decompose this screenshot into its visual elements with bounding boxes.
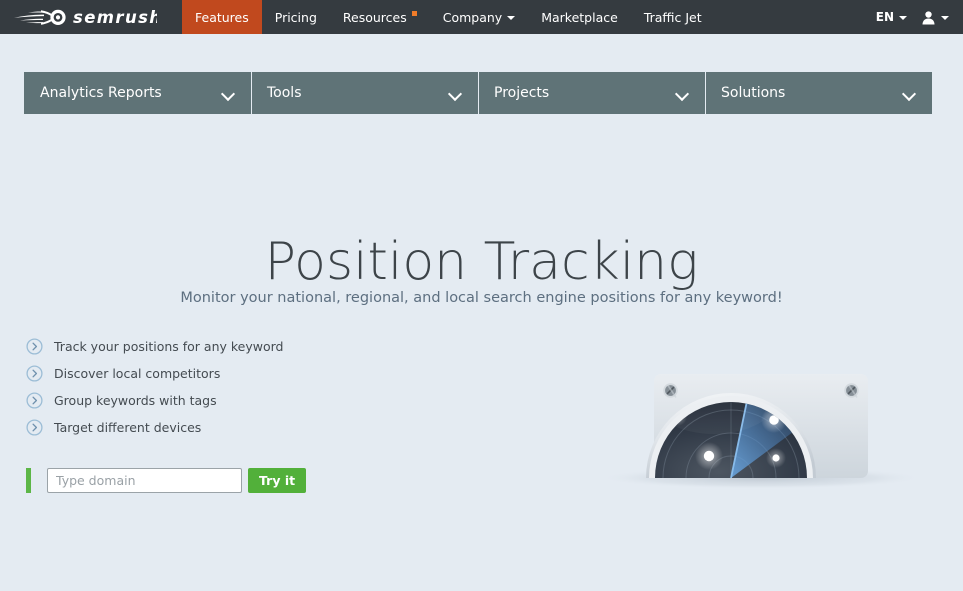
caret-down-icon bbox=[941, 16, 949, 20]
list-item-label: Target different devices bbox=[54, 419, 202, 435]
subnav-item-tools[interactable]: Tools bbox=[251, 72, 478, 114]
subnav-item-solutions[interactable]: Solutions bbox=[705, 72, 932, 114]
circle-chevron-right-icon bbox=[26, 337, 43, 355]
list-item: Track your positions for any keyword bbox=[26, 334, 366, 358]
chevron-down-icon bbox=[222, 87, 235, 100]
list-item: Discover local competitors bbox=[26, 361, 366, 385]
domain-search-form: Try it bbox=[26, 468, 307, 493]
chevron-down-icon bbox=[676, 87, 689, 100]
semrush-logo[interactable]: semrush bbox=[0, 0, 182, 34]
domain-input[interactable] bbox=[47, 468, 242, 493]
nav-item-label: Features bbox=[195, 9, 249, 25]
circle-chevron-right-icon bbox=[26, 364, 43, 382]
page-subtitle: Monitor your national, regional, and loc… bbox=[180, 289, 783, 306]
language-label: EN bbox=[875, 10, 894, 24]
list-item-label: Discover local competitors bbox=[54, 365, 221, 381]
circle-chevron-right-icon bbox=[26, 391, 43, 409]
subnav-item-analytics-reports[interactable]: Analytics Reports bbox=[24, 72, 251, 114]
nav-item-traffic-jet[interactable]: Traffic Jet bbox=[631, 0, 715, 34]
nav-item-label: Company bbox=[442, 9, 503, 25]
list-item-label: Track your positions for any keyword bbox=[54, 338, 284, 354]
user-avatar-icon bbox=[922, 10, 935, 25]
nav-item-label: Marketplace bbox=[541, 9, 618, 25]
subnav-item-label: Projects bbox=[494, 85, 550, 101]
caret-down-icon bbox=[507, 16, 516, 20]
subnav-item-label: Tools bbox=[267, 85, 302, 101]
try-it-button[interactable]: Try it bbox=[248, 468, 307, 493]
nav-item-label: Pricing bbox=[274, 9, 317, 25]
circle-chevron-right-icon bbox=[26, 418, 43, 436]
accent-bar bbox=[26, 468, 31, 493]
nav-item-pricing[interactable]: Pricing bbox=[262, 0, 330, 34]
list-item: Target different devices bbox=[26, 415, 366, 439]
language-selector[interactable]: EN bbox=[876, 10, 907, 24]
radar-dish-illustration bbox=[596, 352, 926, 492]
subnav-item-label: Solutions bbox=[721, 85, 786, 101]
header-utility-area: EN bbox=[876, 0, 963, 34]
list-item-label: Group keywords with tags bbox=[54, 392, 217, 408]
subnav-item-label: Analytics Reports bbox=[40, 85, 162, 101]
nav-item-features[interactable]: Features bbox=[182, 0, 262, 34]
subnav-item-projects[interactable]: Projects bbox=[478, 72, 705, 114]
secondary-navigation-bar: Analytics Reports Tools Projects Solutio… bbox=[24, 72, 932, 114]
nav-item-label: Traffic Jet bbox=[643, 9, 702, 25]
svg-text:semrush: semrush bbox=[73, 8, 157, 27]
semrush-logo-icon: semrush bbox=[14, 8, 157, 27]
nav-item-label: Resources bbox=[342, 9, 407, 25]
nav-item-company[interactable]: Company bbox=[430, 0, 528, 34]
feature-benefits-list: Track your positions for any keyword Dis… bbox=[26, 334, 366, 442]
page-title: Position Tracking bbox=[264, 231, 699, 292]
chevron-down-icon bbox=[903, 87, 916, 100]
nav-item-resources[interactable]: Resources bbox=[330, 0, 430, 34]
main-navigation: Features Pricing Resources Company Marke… bbox=[182, 0, 715, 34]
new-badge-icon bbox=[411, 10, 417, 16]
nav-item-marketplace[interactable]: Marketplace bbox=[528, 0, 631, 34]
top-header-bar: semrush Features Pricing Resources Compa… bbox=[0, 0, 963, 34]
list-item: Group keywords with tags bbox=[26, 388, 366, 412]
caret-down-icon bbox=[899, 16, 907, 20]
chevron-down-icon bbox=[449, 87, 462, 100]
account-menu[interactable] bbox=[921, 10, 949, 25]
